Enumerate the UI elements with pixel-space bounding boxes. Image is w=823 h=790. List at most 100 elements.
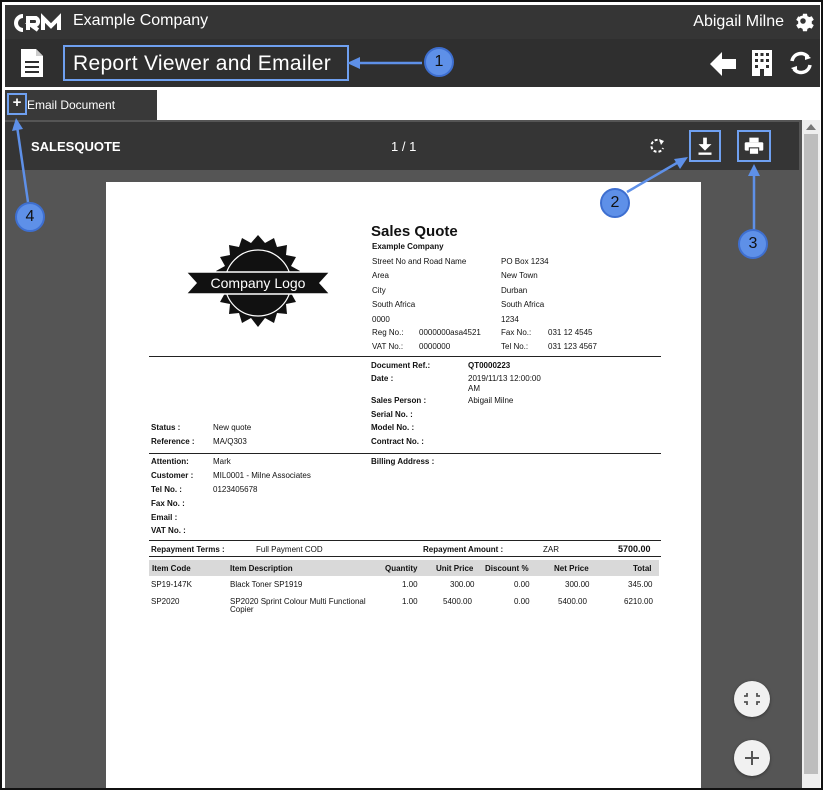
reload-icon[interactable] xyxy=(648,137,666,155)
compress-icon xyxy=(744,693,760,705)
divider xyxy=(149,356,661,357)
report-name: SALESQUOTE xyxy=(31,139,121,154)
row-net-price: 300.00 xyxy=(565,580,590,589)
tab-email-document[interactable]: + Email Document xyxy=(5,90,157,120)
divider xyxy=(149,453,661,454)
plus-icon xyxy=(745,751,759,765)
col-quantity: Quantity xyxy=(385,564,418,573)
row-quantity: 1.00 xyxy=(402,580,418,589)
tab-strip: + Email Document xyxy=(5,90,820,120)
reg-label: Reg No.: xyxy=(372,328,404,337)
docref-label: Document Ref.: xyxy=(371,361,431,370)
col-item-code: Item Code xyxy=(152,564,191,573)
status-label: Status : xyxy=(151,423,181,432)
col-unit-price: Unit Price xyxy=(436,564,474,573)
gear-icon[interactable] xyxy=(792,10,814,32)
divider xyxy=(149,540,661,541)
customer-value: MIL0001 - Milne Associates xyxy=(213,471,311,480)
download-button[interactable] xyxy=(689,130,721,162)
customer-tel-label: Tel No. : xyxy=(151,485,182,494)
customer-vat-label: VAT No. : xyxy=(151,526,186,535)
repayment-amount-label: Repayment Amount : xyxy=(423,545,504,554)
vat-value: 0000000 xyxy=(419,342,451,351)
address-left-1: Street No and Road Name xyxy=(372,257,467,266)
callout-2: 2 xyxy=(600,188,630,218)
scroll-up-arrow-icon[interactable] xyxy=(806,124,816,130)
col-item-description: Item Description xyxy=(230,564,293,573)
row-discount: 0.00 xyxy=(514,597,530,606)
vat-label: VAT No.: xyxy=(372,342,404,351)
crm-logo xyxy=(14,13,61,32)
col-net-price: Net Price xyxy=(554,564,589,573)
document-title: Sales Quote xyxy=(371,223,458,240)
customer-email-label: Email : xyxy=(151,513,178,522)
status-value: New quote xyxy=(213,423,252,432)
page-title: Report Viewer and Emailer xyxy=(63,45,349,81)
row-discount: 0.00 xyxy=(514,580,530,589)
reference-label: Reference : xyxy=(151,437,195,446)
address-left-5: 0000 xyxy=(372,315,390,324)
callout-1: 1 xyxy=(424,47,454,77)
customer-fax-label: Fax No. : xyxy=(151,499,185,508)
address-right-4: South Africa xyxy=(501,300,545,309)
user-name[interactable]: Abigail Milne xyxy=(693,13,784,31)
row-quantity: 1.00 xyxy=(402,597,418,606)
model-label: Model No. : xyxy=(371,423,415,432)
logo-text: Company Logo xyxy=(211,275,306,291)
vertical-scrollbar[interactable] xyxy=(802,120,820,788)
date-value-ampm: AM xyxy=(468,384,480,393)
serial-label: Serial No. : xyxy=(371,410,413,419)
customer-label: Customer : xyxy=(151,471,194,480)
row-code: SP2020 xyxy=(151,597,180,606)
sales-person-label: Sales Person : xyxy=(371,396,427,405)
date-label: Date : xyxy=(371,374,394,383)
reference-value: MA/Q303 xyxy=(213,437,247,446)
row-code: SP19-147K xyxy=(151,580,192,589)
print-button[interactable] xyxy=(737,130,771,162)
attention-label: Attention: xyxy=(151,457,189,466)
top-bar: Example Company Abigail Milne xyxy=(5,5,820,39)
address-left-3: City xyxy=(372,286,386,295)
row-description-2: Copier xyxy=(230,605,254,614)
printer-icon xyxy=(744,137,764,155)
plus-icon[interactable]: + xyxy=(7,93,27,115)
address-right-3: Durban xyxy=(501,286,528,295)
download-icon xyxy=(698,137,712,155)
tab-label: Email Document xyxy=(27,98,116,112)
currency-value: ZAR xyxy=(543,545,559,554)
row-net-price: 5400.00 xyxy=(558,597,587,606)
zoom-in-button[interactable] xyxy=(734,740,770,776)
contract-label: Contract No. : xyxy=(371,437,424,446)
repayment-amount-value: 5700.00 xyxy=(618,544,651,554)
callout-3: 3 xyxy=(738,229,768,259)
sales-person-value: Abigail Milne xyxy=(468,396,514,405)
scrollbar-thumb[interactable] xyxy=(804,134,818,774)
document-icon xyxy=(21,49,43,77)
back-arrow-icon[interactable] xyxy=(708,51,738,77)
customer-tel-value: 0123405678 xyxy=(213,485,258,494)
row-total: 6210.00 xyxy=(624,597,653,606)
viewer-toolbar: SALESQUOTE 1 / 1 xyxy=(5,122,799,170)
fit-page-button[interactable] xyxy=(734,681,770,717)
billing-address-label: Billing Address : xyxy=(371,457,435,466)
row-unit-price: 5400.00 xyxy=(443,597,472,606)
callout-4: 4 xyxy=(15,202,45,232)
refresh-icon[interactable] xyxy=(788,50,814,76)
row-total: 345.00 xyxy=(628,580,653,589)
col-total: Total xyxy=(633,564,652,573)
company-logo-image: Company Logo xyxy=(184,235,332,327)
company-label: Example Company xyxy=(372,242,444,251)
page-count: 1 / 1 xyxy=(391,139,417,154)
reg-value: 0000000asa4521 xyxy=(419,328,481,337)
row-unit-price: 300.00 xyxy=(450,580,475,589)
docref-value: QT0000223 xyxy=(468,361,511,370)
address-left-2: Area xyxy=(372,271,389,280)
repayment-terms-value: Full Payment COD xyxy=(256,545,323,554)
app-window: Example Company Abigail Milne Report Vie… xyxy=(0,0,823,790)
tel-label: Tel No.: xyxy=(501,342,529,351)
fax-label: Fax No.: xyxy=(501,328,532,337)
fax-value: 031 12 4545 xyxy=(548,328,593,337)
tel-value: 031 123 4567 xyxy=(548,342,597,351)
building-icon[interactable] xyxy=(751,49,773,77)
attention-value: Mark xyxy=(213,457,231,466)
